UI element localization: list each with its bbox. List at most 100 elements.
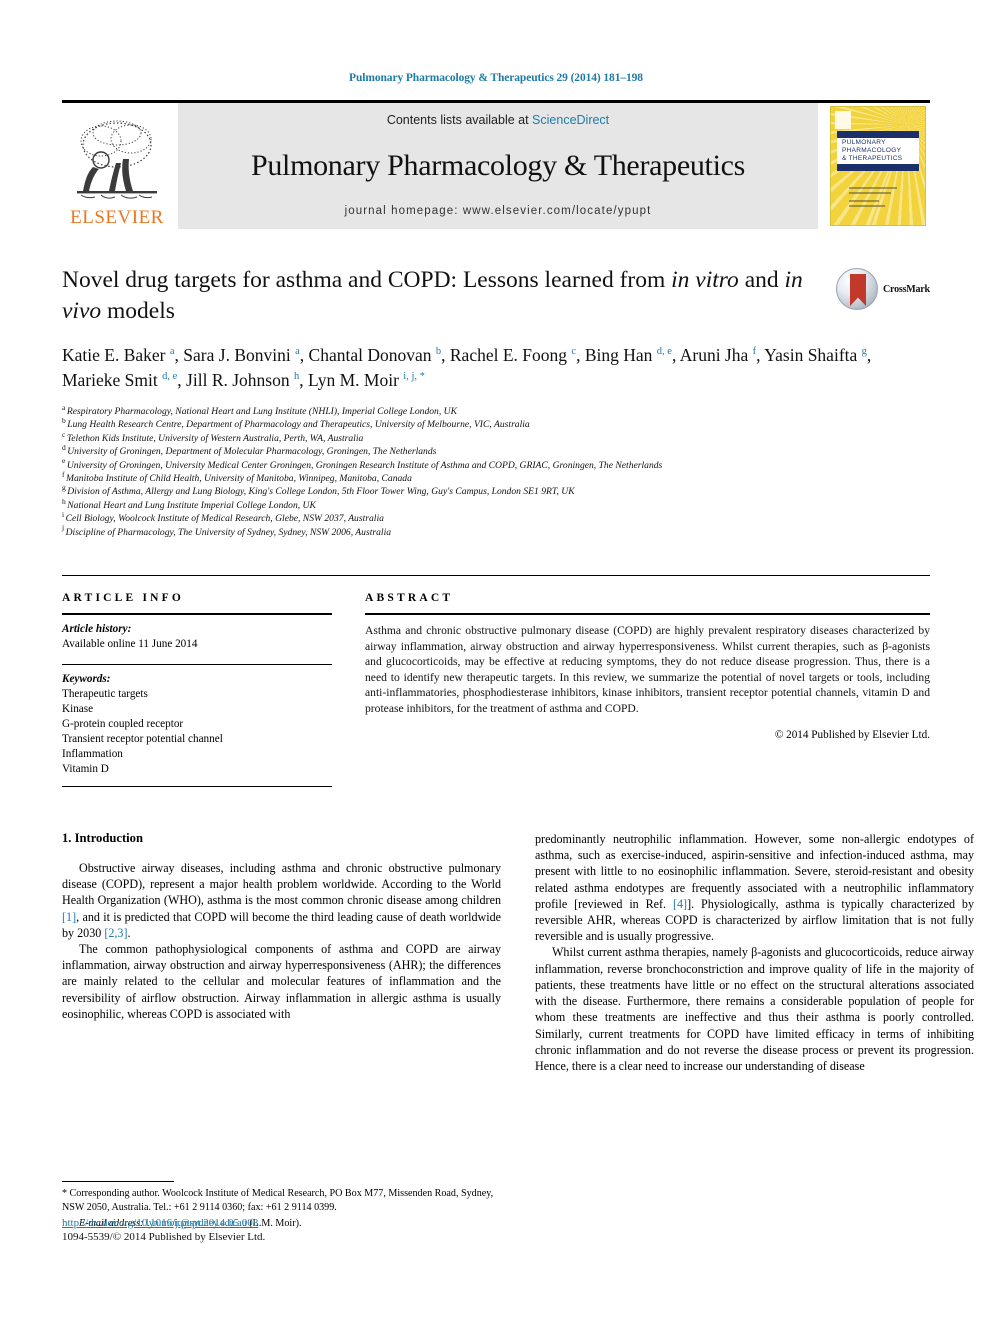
imprint-block: http://dx.doi.org/10.1016/j.pupt.2014.05… [62, 1216, 501, 1244]
keyword-item: Transient receptor potential channel [62, 733, 223, 746]
affiliation-item: b Lung Health Research Centre, Department… [62, 416, 930, 431]
title-segment-3: models [101, 298, 175, 324]
keyword-item: Kinase [62, 703, 94, 716]
article-history-block: Article history: Available online 11 Jun… [62, 615, 332, 652]
crossmark-label: CrossMark [883, 283, 930, 295]
journal-homepage-link[interactable]: journal homepage: www.elsevier.com/locat… [345, 205, 652, 217]
issn-copyright-line: 1094-5539/© 2014 Published by Elsevier L… [62, 1231, 266, 1243]
affiliation-item: c Telethon Kids Institute, University of … [62, 429, 930, 445]
title-segment-1: Novel drug targets for asthma and COPD: … [62, 267, 672, 293]
sciencedirect-link[interactable]: ScienceDirect [532, 113, 609, 127]
body-column-right: predominantly neutrophilic inflammation.… [535, 831, 974, 1231]
affiliation-text: Division of Asthma, Allergy and Lung Bio… [67, 486, 575, 498]
cover-title-line-1: PULMONARY [842, 139, 886, 146]
affiliation-item: e University of Groningen, University Med… [62, 456, 930, 472]
cover-footer-lines [849, 187, 897, 210]
affiliation-item: g Division of Asthma, Allergy and Lung Bi… [62, 483, 930, 498]
article-info-heading: ARTICLE INFO [62, 592, 332, 604]
cover-title-box: PULMONARY PHARMACOLOGY & THERAPEUTICS [837, 131, 919, 171]
right-column-paragraphs: predominantly neutrophilic inflammation.… [535, 831, 974, 1074]
abstract-text: Asthma and chronic obstructive pulmonary… [365, 624, 930, 716]
crossmark-badge-group[interactable]: CrossMark [836, 267, 930, 311]
affiliation-item: j Discipline of Pharmacology, The Univers… [62, 524, 930, 539]
affiliation-marker: b [62, 416, 66, 426]
page-title: Novel drug targets for asthma and COPD: … [62, 265, 930, 327]
abstract-heading-text: ABSTRACT [365, 592, 454, 605]
abstract-copyright: © 2014 Published by Elsevier Ltd. [774, 728, 930, 741]
affiliation-text: Telethon Kids Institute, University of W… [66, 432, 364, 444]
author-name: Rachel E. Foong [449, 345, 572, 365]
citation-reference-link[interactable]: [4] [673, 897, 687, 911]
author-name: Marieke Smit [62, 370, 163, 390]
article-info-heading-text: ARTICLE INFO [62, 592, 185, 605]
author-separator: , [576, 345, 585, 365]
abstract-column: ABSTRACT Asthma and chronic obstructive … [365, 576, 930, 787]
footnote-rule [62, 1181, 174, 1183]
paragraph-text: . [127, 925, 131, 940]
keyword-item: Vitamin D [62, 763, 109, 776]
affiliation-marker: h [62, 496, 66, 506]
section-heading-introduction: 1. Introduction [62, 831, 143, 846]
elsevier-tree-icon [71, 115, 163, 207]
keyword-item: Therapeutic targets [62, 688, 148, 701]
article-page: Pulmonary Pharmacology & Therapeutics 29… [0, 0, 992, 1323]
body-paragraph: Obstructive airway diseases, including a… [62, 860, 501, 941]
article-info-column: ARTICLE INFO Article history: Available … [62, 576, 332, 788]
title-italic-in-vitro: in vitro [671, 267, 739, 293]
author-name: Katie E. Baker [62, 345, 170, 365]
author-affiliation-marker: d, e [162, 371, 178, 383]
body-column-left: 1. Introduction Obstructive airway disea… [62, 831, 501, 1231]
doi-link[interactable]: http://dx.doi.org/10.1016/j.pupt.2014.05… [62, 1216, 501, 1230]
affiliation-marker: d [62, 443, 66, 453]
citation-reference-link[interactable]: [1] [62, 910, 76, 924]
author-affiliation-marker: i, j, * [403, 371, 425, 383]
affiliation-item: d University of Groningen, Department of … [62, 443, 930, 458]
keyword-item: Inflammation [62, 748, 123, 761]
contents-prefix: Contents lists available at [386, 113, 533, 127]
keywords-items: Therapeutic targets Kinase G-protein coupl… [62, 687, 332, 777]
affiliation-text: Cell Biology, Woolcock Institute of Medi… [65, 513, 384, 525]
affiliation-text: University of Groningen, Department of M… [67, 446, 437, 458]
affiliation-list: a Respiratory Pharmacology, National Hear… [62, 404, 930, 539]
keywords-block: Keywords: Therapeutic targets Kinase G-pro… [62, 665, 332, 786]
keywords-label: Keywords: [62, 673, 111, 686]
author-name: Jill R. Johnson [186, 370, 294, 390]
affiliation-item: a Respiratory Pharmacology, National Hear… [62, 404, 930, 418]
author-name: Yasin Shaifta [764, 345, 862, 365]
article-history-label: Article history: [62, 623, 132, 636]
article-history-value: Available online 11 June 2014 [62, 638, 198, 651]
title-segment-2: and [738, 267, 785, 293]
affiliation-item: h National Heart and Lung Institute Imper… [62, 496, 930, 512]
author-name: Chantal Donovan [308, 345, 436, 365]
author-separator: , [671, 345, 680, 365]
affiliation-text: Discipline of Pharmacology, The Universi… [65, 526, 392, 538]
author-list: Katie E. Baker a, Sara J. Bonvini a, Cha… [62, 343, 930, 393]
journal-band: Contents lists available at ScienceDirec… [178, 103, 818, 229]
elsevier-logo: ELSEVIER [62, 103, 172, 229]
affiliation-text: Lung Health Research Centre, Department … [67, 419, 530, 431]
affiliation-text: University of Groningen, University Medi… [66, 459, 663, 471]
body-paragraph: The common pathophysiological components… [62, 941, 501, 1022]
author-separator: , [299, 345, 309, 365]
body-paragraph: predominantly neutrophilic inflammation.… [535, 831, 974, 944]
author-name: Lyn M. Moir [308, 370, 404, 390]
body-columns: 1. Introduction Obstructive airway disea… [62, 831, 974, 1231]
title-area: Novel drug targets for asthma and COPD: … [62, 265, 930, 539]
footnote-body: Corresponding author. Woolcock Institute… [62, 1188, 494, 1213]
info-abstract-region: ARTICLE INFO Article history: Available … [62, 575, 930, 788]
elsevier-wordmark: ELSEVIER [70, 207, 164, 228]
affiliation-marker: c [62, 429, 66, 439]
author-name: Sara J. Bonvini [183, 345, 296, 365]
affiliation-marker: e [62, 456, 66, 466]
citation-reference-link[interactable]: [2,3] [104, 926, 127, 940]
author-separator: , [866, 345, 872, 365]
author-separator: , [177, 370, 187, 390]
contents-available-line: Contents lists available at ScienceDirec… [387, 113, 609, 127]
paragraph-text: Whilst current asthma therapies, namely … [535, 945, 974, 1073]
affiliation-marker: g [62, 483, 66, 493]
affiliation-item: f Manitoba Institute of Child Health, Uni… [62, 471, 930, 485]
author-separator: , [174, 345, 184, 365]
journal-cover-image: PULMONARY PHARMACOLOGY & THERAPEUTICS [830, 106, 926, 226]
journal-cover-block: PULMONARY PHARMACOLOGY & THERAPEUTICS [826, 103, 930, 229]
affiliation-text: Respiratory Pharmacology, National Heart… [66, 406, 457, 417]
